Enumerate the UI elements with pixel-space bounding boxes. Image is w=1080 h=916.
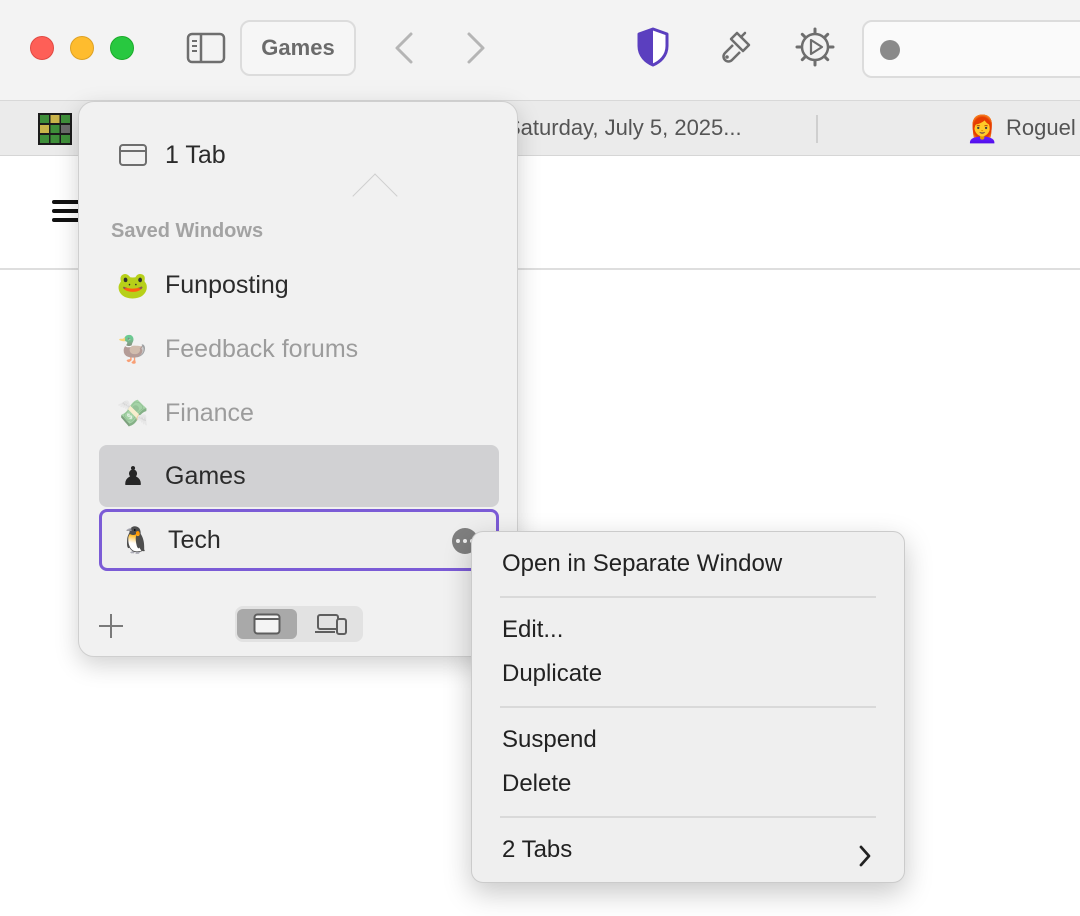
menu-item-delete[interactable]: Delete bbox=[502, 770, 571, 798]
close-window-button[interactable] bbox=[30, 36, 54, 60]
tab-title[interactable]: Saturday, July 5, 2025... bbox=[506, 115, 742, 141]
window-view-segmented-control bbox=[235, 606, 363, 642]
devices-icon bbox=[315, 614, 347, 635]
grid-game-favicon-icon[interactable] bbox=[38, 113, 72, 145]
chevron-right-icon bbox=[859, 845, 871, 867]
saved-window-tech[interactable]: 🐧 Tech bbox=[99, 509, 499, 571]
tab-groups-popover: 1 Tab Saved Windows 🐸 Funposting 🦆 Feedb… bbox=[78, 101, 518, 657]
menu-item-duplicate[interactable]: Duplicate bbox=[502, 660, 602, 688]
gear-play-icon bbox=[795, 27, 835, 67]
extension-brush-button[interactable] bbox=[710, 22, 760, 72]
tab-favicon-icon[interactable]: 👩‍🦰 bbox=[966, 113, 998, 145]
menu-separator bbox=[500, 816, 876, 818]
saved-window-feedback-forums[interactable]: 🦆 Feedback forums bbox=[99, 318, 499, 380]
forward-button[interactable] bbox=[458, 26, 494, 70]
saved-window-context-menu: Open in Separate Window Edit... Duplicat… bbox=[471, 531, 905, 883]
saved-window-label: Feedback forums bbox=[165, 334, 359, 363]
duck-icon: 🦆 bbox=[116, 333, 150, 364]
saved-window-label: Finance bbox=[165, 398, 254, 427]
settings-gear-button[interactable] bbox=[790, 22, 840, 72]
tab-group-button[interactable]: Games bbox=[240, 20, 356, 76]
saved-windows-heading: Saved Windows bbox=[111, 220, 264, 242]
frog-icon: 🐸 bbox=[116, 269, 150, 300]
saved-window-finance[interactable]: 💸 Finance bbox=[99, 382, 499, 444]
tab-divider bbox=[816, 115, 818, 143]
privacy-shield-button[interactable] bbox=[628, 22, 678, 72]
segment-this-device[interactable] bbox=[237, 609, 297, 639]
sidebar-icon bbox=[186, 32, 226, 64]
menu-item-tabs-submenu[interactable]: 2 Tabs bbox=[502, 836, 572, 864]
menu-item-open-separate-window[interactable]: Open in Separate Window bbox=[502, 550, 782, 578]
current-window-row[interactable]: 1 Tab bbox=[99, 124, 499, 186]
toolbar: Games bbox=[0, 0, 1080, 100]
sidebar-toggle-button[interactable] bbox=[182, 26, 230, 70]
shield-icon bbox=[637, 27, 669, 67]
minimize-window-button[interactable] bbox=[70, 36, 94, 60]
penguin-icon: 🐧 bbox=[119, 524, 153, 555]
segment-all-devices[interactable] bbox=[301, 609, 361, 639]
add-icon[interactable] bbox=[97, 612, 125, 640]
paintbrush-icon bbox=[722, 31, 751, 63]
zoom-window-button[interactable] bbox=[110, 36, 134, 60]
tab-title[interactable]: Roguel bbox=[1006, 115, 1076, 141]
money-icon: 💸 bbox=[116, 397, 150, 428]
menu-item-suspend[interactable]: Suspend bbox=[502, 726, 597, 754]
saved-window-label: Funposting bbox=[165, 270, 289, 299]
chevron-left-icon bbox=[395, 32, 413, 64]
window-icon bbox=[119, 144, 147, 166]
menu-separator bbox=[500, 596, 876, 598]
back-button[interactable] bbox=[386, 26, 422, 70]
site-status-dot bbox=[880, 40, 900, 60]
current-window-label: 1 Tab bbox=[165, 140, 226, 169]
window-icon bbox=[253, 613, 281, 635]
menu-separator bbox=[500, 706, 876, 708]
chevron-right-icon bbox=[467, 32, 485, 64]
saved-window-funposting[interactable]: 🐸 Funposting bbox=[99, 254, 499, 316]
address-bar[interactable] bbox=[862, 20, 1080, 78]
saved-window-label: Tech bbox=[168, 525, 221, 554]
menu-item-edit[interactable]: Edit... bbox=[502, 616, 563, 644]
saved-window-games[interactable]: ♟ Games bbox=[99, 445, 499, 507]
saved-window-label: Games bbox=[165, 461, 246, 490]
chess-pawn-icon: ♟ bbox=[121, 460, 145, 491]
